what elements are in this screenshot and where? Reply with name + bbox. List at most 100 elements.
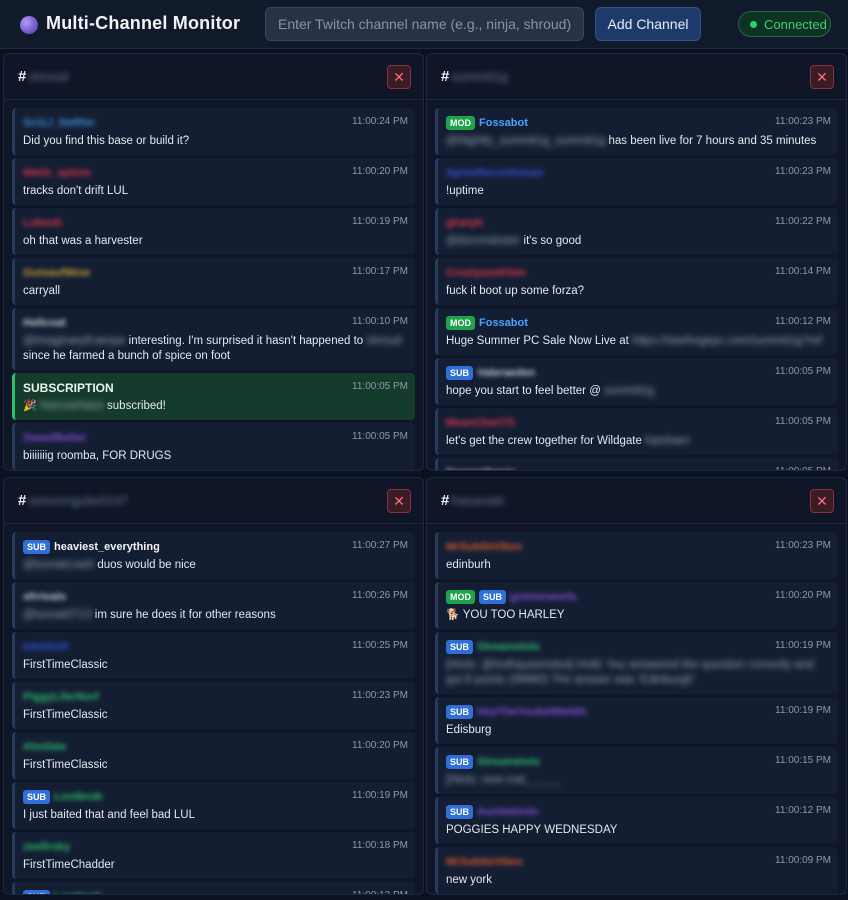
message-list[interactable]: MOD Fossabot 11:00:23 PM @Nightly_summit1g_… — [435, 108, 838, 470]
chat-message: MOD Fossabot 11:00:23 PM @Nightly_summit1g_… — [435, 108, 838, 155]
message-meta: SUBLontbrob — [23, 889, 407, 894]
message-body: Did you find this base or build it? — [23, 135, 190, 147]
username[interactable]: Streamelots — [477, 641, 540, 653]
username[interactable]: Fossabot — [479, 317, 528, 329]
username[interactable]: PiggyLilerNorf — [23, 691, 99, 703]
message-meta: MrSubtleVibes — [446, 854, 830, 870]
username[interactable]: Streamelots — [477, 756, 540, 768]
username[interactable]: Ahnilate — [23, 741, 66, 753]
message-body: interesting. I'm surprised it hasn't hap… — [128, 335, 364, 347]
username[interactable]: gharph — [446, 217, 483, 229]
message-text: Edisburg — [446, 723, 830, 738]
message-text: Did you find this base or build it? — [23, 134, 407, 149]
message-time: 11:00:19 PM — [775, 705, 831, 716]
message-text: FirstTimeClassic — [23, 708, 407, 723]
chat-message: SpreeRecordsman 11:00:23 PM !uptime — [435, 158, 838, 205]
username[interactable]: Lontbrob — [54, 891, 102, 894]
username[interactable]: MrSubtleVibes — [446, 541, 522, 553]
chat-message: SUB HeyTheYoubetMeNth 11:00:19 PM Edisburg — [435, 697, 838, 744]
channel-name: semorngulie0147 — [28, 493, 129, 508]
sub-badge: SUB — [446, 705, 474, 719]
message-meta: MOD SUB gotmeranefa — [446, 589, 830, 605]
username[interactable]: Doomsthenic — [446, 467, 516, 470]
username[interactable]: Lontbrob — [54, 791, 102, 803]
message-time: 11:00:05 PM — [352, 431, 408, 442]
connection-status-text: Connected — [764, 16, 827, 32]
username[interactable]: MrSubtleVibes — [446, 856, 522, 868]
username[interactable]: Sn1Ll_NeRfer — [23, 117, 95, 129]
chat-message: Sn1Ll_NeRfer 11:00:24 PM Did you find this… — [12, 108, 415, 155]
panel-header: # semorngulie0147 ✕ — [4, 478, 423, 524]
channel-name-input[interactable] — [265, 7, 584, 41]
message-text: FirstTimeClassic — [23, 658, 407, 673]
message-list[interactable]: SUB heaviest_everything 11:00:27 PM @lunnat… — [12, 532, 415, 894]
close-channel-button[interactable]: ✕ — [387, 65, 411, 89]
message-time: 11:00:17 PM — [352, 266, 408, 277]
username[interactable]: GutsaufWow — [23, 267, 90, 279]
sub-badge: SUB — [479, 590, 507, 604]
message-list[interactable]: Sn1Ll_NeRfer 11:00:24 PM Did you find this… — [12, 108, 415, 470]
username[interactable]: heaviest_everything — [54, 541, 160, 553]
event-title: SUBSCRIPTION — [23, 381, 114, 395]
close-channel-button[interactable]: ✕ — [387, 489, 411, 513]
username[interactable]: Auntiebirds — [477, 806, 538, 818]
message-body: !uptime — [446, 185, 484, 197]
add-channel-button[interactable]: Add Channel — [595, 7, 701, 41]
message-time: 11:00:05 PM — [775, 366, 831, 377]
username[interactable]: gotmeranefa — [510, 591, 576, 603]
username[interactable]: Wetlz_xplore — [23, 167, 91, 179]
message-body: FirstTimeClassic — [23, 759, 108, 771]
username[interactable]: Lukeuh — [23, 217, 62, 229]
message-time: 11:00:19 PM — [775, 640, 831, 651]
mention: shroud — [366, 335, 402, 347]
message-meta: zeefirsky — [23, 839, 407, 855]
close-channel-button[interactable]: ✕ — [810, 489, 834, 513]
app-title: Multi-Channel Monitor — [46, 13, 241, 33]
chat-message: MrSubtleVibes 11:00:23 PM edinburh — [435, 532, 838, 579]
username[interactable]: SweetBetter — [23, 432, 87, 444]
mod-badge: MOD — [446, 316, 475, 330]
sub-badge: SUB — [446, 640, 474, 654]
sub-badge: SUB — [23, 890, 51, 894]
message-body: FirstTimeChadder — [23, 859, 115, 871]
message-time: 11:00:10 PM — [352, 316, 408, 327]
username[interactable]: Inkd4nth — [23, 641, 69, 653]
username[interactable]: SpreeRecordsman — [446, 167, 543, 179]
message-body: FirstTimeClassic — [23, 709, 108, 721]
chat-message: SUB Streamelots 11:00:15 PM [Hints: new cra… — [435, 747, 838, 794]
message-time: 11:00:13 PM — [352, 890, 408, 894]
chat-message: Inkd4nth 11:00:25 PM FirstTimeClassic — [12, 632, 415, 679]
username[interactable]: HeyTheYoubetMeNth — [477, 706, 587, 718]
username[interactable]: CrustyaveKlein — [446, 267, 526, 279]
username[interactable]: sfrrivals — [23, 591, 66, 603]
mention: @Nightly_summit1g_summit1g — [446, 135, 606, 147]
username[interactable]: MeanCheri75 — [446, 417, 514, 429]
message-time: 11:00:27 PM — [352, 540, 408, 551]
username[interactable]: zeefirsky — [23, 841, 70, 853]
message-time: 11:00:20 PM — [775, 590, 831, 601]
message-time: 11:00:14 PM — [775, 266, 831, 277]
connection-status-badge: Connected — [738, 11, 831, 37]
panel-header: # summit1g ✕ — [427, 54, 846, 100]
username[interactable]: Fossabot — [479, 117, 528, 129]
logo-icon — [20, 16, 38, 34]
close-channel-button[interactable]: ✕ — [810, 65, 834, 89]
message-text: POGGIES HAPPY WEDNESDAY — [446, 823, 830, 838]
chat-message: PiggyLilerNorf 11:00:23 PM FirstTimeClassi… — [12, 682, 415, 729]
message-text: hope you start to feel better @ summit1g — [446, 384, 830, 399]
message-text: @lunnat0713 im sure he does it for other… — [23, 608, 407, 623]
message-meta: GutsaufWow — [23, 265, 407, 281]
username[interactable]: Valeraeden — [477, 367, 535, 379]
mod-badge: MOD — [446, 116, 475, 130]
username[interactable]: Hellcoat — [23, 317, 66, 329]
chat-message: MOD Fossabot 11:00:12 PM Huge Summer PC Sal… — [435, 308, 838, 355]
chat-message: zeefirsky 11:00:18 PM FirstTimeChadder — [12, 832, 415, 879]
chat-message: SUBLontbrob11:00:13 PMo7 — [12, 882, 415, 894]
message-meta: MeanCheri75 — [446, 415, 830, 431]
chat-message: SUB Lontbrob 11:00:19 PM I just baited that… — [12, 782, 415, 829]
chat-message: MOD SUB gotmeranefa 11:00:20 PM 🐕 YOU TOO HA… — [435, 582, 838, 629]
blurred-message-text: [Hints: new cral_ _ _ _ — [446, 774, 560, 786]
chat-message: Ahnilate 11:00:20 PM FirstTimeClassic — [12, 732, 415, 779]
message-time: 11:00:20 PM — [352, 166, 408, 177]
message-list[interactable]: MrSubtleVibes 11:00:23 PM edinburh MOD SUB go… — [435, 532, 838, 894]
